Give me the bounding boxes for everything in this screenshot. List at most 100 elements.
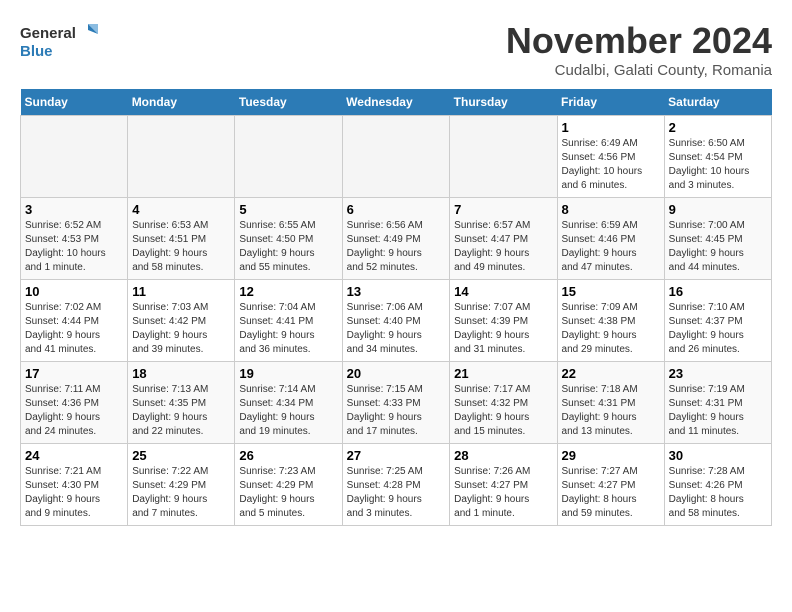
day-number: 18 — [132, 366, 230, 381]
day-info: Sunrise: 7:09 AM Sunset: 4:38 PM Dayligh… — [562, 301, 660, 357]
day-info: Sunrise: 7:25 AM Sunset: 4:28 PM Dayligh… — [347, 465, 446, 521]
day-info: Sunrise: 6:59 AM Sunset: 4:46 PM Dayligh… — [562, 219, 660, 275]
calendar-table: SundayMondayTuesdayWednesdayThursdayFrid… — [20, 89, 772, 526]
day-info: Sunrise: 6:55 AM Sunset: 4:50 PM Dayligh… — [239, 219, 337, 275]
day-info: Sunrise: 7:21 AM Sunset: 4:30 PM Dayligh… — [25, 465, 123, 521]
day-number: 2 — [669, 120, 767, 135]
day-number: 7 — [454, 202, 552, 217]
day-number: 12 — [239, 284, 337, 299]
day-info: Sunrise: 7:23 AM Sunset: 4:29 PM Dayligh… — [239, 465, 337, 521]
day-info: Sunrise: 6:50 AM Sunset: 4:54 PM Dayligh… — [669, 137, 767, 193]
calendar-cell: 11 Sunrise: 7:03 AM Sunset: 4:42 PM Dayli… — [128, 280, 235, 362]
day-number: 22 — [562, 366, 660, 381]
svg-text:Blue: Blue — [20, 43, 53, 60]
weekday-header-saturday: Saturday — [664, 89, 771, 116]
calendar-cell: 14 Sunrise: 7:07 AM Sunset: 4:39 PM Dayli… — [450, 280, 557, 362]
day-number: 5 — [239, 202, 337, 217]
day-info: Sunrise: 7:11 AM Sunset: 4:36 PM Dayligh… — [25, 383, 123, 439]
weekday-header-tuesday: Tuesday — [235, 89, 342, 116]
weekday-header-monday: Monday — [128, 89, 235, 116]
day-number: 9 — [669, 202, 767, 217]
calendar-cell: 1Sunrise: 6:49 AM Sunset: 4:56 PM Daylig… — [557, 116, 664, 198]
day-number: 16 — [669, 284, 767, 299]
calendar-cell: 23Sunrise: 7:19 AM Sunset: 4:31 PM Dayli… — [664, 362, 771, 444]
day-info: Sunrise: 7:13 AM Sunset: 4:35 PM Dayligh… — [132, 383, 230, 439]
day-info: Sunrise: 7:03 AM Sunset: 4:42 PM Dayligh… — [132, 301, 230, 357]
weekday-header-sunday: Sunday — [21, 89, 128, 116]
calendar-cell: 3 Sunrise: 6:52 AM Sunset: 4:53 PM Daylig… — [21, 198, 128, 280]
calendar-cell: 19 Sunrise: 7:14 AM Sunset: 4:34 PM Dayli… — [235, 362, 342, 444]
day-info: Sunrise: 7:19 AM Sunset: 4:31 PM Dayligh… — [669, 383, 767, 439]
calendar-cell: 6 Sunrise: 6:56 AM Sunset: 4:49 PM Daylig… — [342, 198, 450, 280]
day-info: Sunrise: 6:57 AM Sunset: 4:47 PM Dayligh… — [454, 219, 552, 275]
day-info: Sunrise: 7:15 AM Sunset: 4:33 PM Dayligh… — [347, 383, 446, 439]
day-number: 8 — [562, 202, 660, 217]
day-number: 27 — [347, 448, 446, 463]
week-row-3: 10 Sunrise: 7:02 AM Sunset: 4:44 PM Dayli… — [21, 280, 772, 362]
calendar-cell — [450, 116, 557, 198]
day-number: 6 — [347, 202, 446, 217]
month-title: November 2024 — [506, 20, 772, 62]
day-info: Sunrise: 7:22 AM Sunset: 4:29 PM Dayligh… — [132, 465, 230, 521]
location-subtitle: Cudalbi, Galati County, Romania — [506, 62, 772, 79]
week-row-1: 1Sunrise: 6:49 AM Sunset: 4:56 PM Daylig… — [21, 116, 772, 198]
day-info: Sunrise: 7:00 AM Sunset: 4:45 PM Dayligh… — [669, 219, 767, 275]
calendar-cell: 5 Sunrise: 6:55 AM Sunset: 4:50 PM Daylig… — [235, 198, 342, 280]
day-info: Sunrise: 7:17 AM Sunset: 4:32 PM Dayligh… — [454, 383, 552, 439]
day-number: 14 — [454, 284, 552, 299]
calendar-cell: 21 Sunrise: 7:17 AM Sunset: 4:32 PM Dayli… — [450, 362, 557, 444]
calendar-cell: 30Sunrise: 7:28 AM Sunset: 4:26 PM Dayli… — [664, 444, 771, 526]
calendar-cell — [235, 116, 342, 198]
day-number: 24 — [25, 448, 123, 463]
day-number: 25 — [132, 448, 230, 463]
logo: General Blue — [20, 20, 100, 65]
calendar-cell: 7 Sunrise: 6:57 AM Sunset: 4:47 PM Daylig… — [450, 198, 557, 280]
day-info: Sunrise: 7:14 AM Sunset: 4:34 PM Dayligh… — [239, 383, 337, 439]
calendar-cell: 17 Sunrise: 7:11 AM Sunset: 4:36 PM Dayli… — [21, 362, 128, 444]
day-number: 11 — [132, 284, 230, 299]
day-info: Sunrise: 7:07 AM Sunset: 4:39 PM Dayligh… — [454, 301, 552, 357]
day-info: Sunrise: 6:52 AM Sunset: 4:53 PM Dayligh… — [25, 219, 123, 275]
weekday-header-wednesday: Wednesday — [342, 89, 450, 116]
day-number: 13 — [347, 284, 446, 299]
title-section: November 2024 Cudalbi, Galati County, Ro… — [506, 20, 772, 79]
day-info: Sunrise: 7:04 AM Sunset: 4:41 PM Dayligh… — [239, 301, 337, 357]
calendar-cell: 18 Sunrise: 7:13 AM Sunset: 4:35 PM Dayli… — [128, 362, 235, 444]
calendar-cell: 28 Sunrise: 7:26 AM Sunset: 4:27 PM Dayli… — [450, 444, 557, 526]
day-info: Sunrise: 7:02 AM Sunset: 4:44 PM Dayligh… — [25, 301, 123, 357]
day-number: 10 — [25, 284, 123, 299]
day-info: Sunrise: 7:27 AM Sunset: 4:27 PM Dayligh… — [562, 465, 660, 521]
day-number: 21 — [454, 366, 552, 381]
day-number: 26 — [239, 448, 337, 463]
calendar-cell — [21, 116, 128, 198]
day-number: 30 — [669, 448, 767, 463]
day-info: Sunrise: 6:56 AM Sunset: 4:49 PM Dayligh… — [347, 219, 446, 275]
calendar-cell — [128, 116, 235, 198]
day-info: Sunrise: 7:06 AM Sunset: 4:40 PM Dayligh… — [347, 301, 446, 357]
calendar-cell: 2 Sunrise: 6:50 AM Sunset: 4:54 PM Daylig… — [664, 116, 771, 198]
calendar-cell: 10 Sunrise: 7:02 AM Sunset: 4:44 PM Dayli… — [21, 280, 128, 362]
day-number: 17 — [25, 366, 123, 381]
calendar-cell: 9 Sunrise: 7:00 AM Sunset: 4:45 PM Daylig… — [664, 198, 771, 280]
week-row-5: 24 Sunrise: 7:21 AM Sunset: 4:30 PM Dayli… — [21, 444, 772, 526]
day-number: 4 — [132, 202, 230, 217]
calendar-cell: 29Sunrise: 7:27 AM Sunset: 4:27 PM Dayli… — [557, 444, 664, 526]
day-number: 19 — [239, 366, 337, 381]
day-info: Sunrise: 6:49 AM Sunset: 4:56 PM Dayligh… — [562, 137, 660, 193]
day-number: 28 — [454, 448, 552, 463]
calendar-cell: 4Sunrise: 6:53 AM Sunset: 4:51 PM Daylig… — [128, 198, 235, 280]
week-row-4: 17 Sunrise: 7:11 AM Sunset: 4:36 PM Dayli… — [21, 362, 772, 444]
calendar-cell: 27 Sunrise: 7:25 AM Sunset: 4:28 PM Dayli… — [342, 444, 450, 526]
calendar-cell — [342, 116, 450, 198]
calendar-cell: 15Sunrise: 7:09 AM Sunset: 4:38 PM Dayli… — [557, 280, 664, 362]
calendar-cell: 25 Sunrise: 7:22 AM Sunset: 4:29 PM Dayli… — [128, 444, 235, 526]
day-info: Sunrise: 7:10 AM Sunset: 4:37 PM Dayligh… — [669, 301, 767, 357]
calendar-cell: 26 Sunrise: 7:23 AM Sunset: 4:29 PM Dayli… — [235, 444, 342, 526]
svg-text:General: General — [20, 25, 76, 42]
calendar-cell: 12 Sunrise: 7:04 AM Sunset: 4:41 PM Dayli… — [235, 280, 342, 362]
day-info: Sunrise: 7:26 AM Sunset: 4:27 PM Dayligh… — [454, 465, 552, 521]
weekday-header-thursday: Thursday — [450, 89, 557, 116]
week-row-2: 3 Sunrise: 6:52 AM Sunset: 4:53 PM Daylig… — [21, 198, 772, 280]
day-number: 3 — [25, 202, 123, 217]
day-number: 20 — [347, 366, 446, 381]
